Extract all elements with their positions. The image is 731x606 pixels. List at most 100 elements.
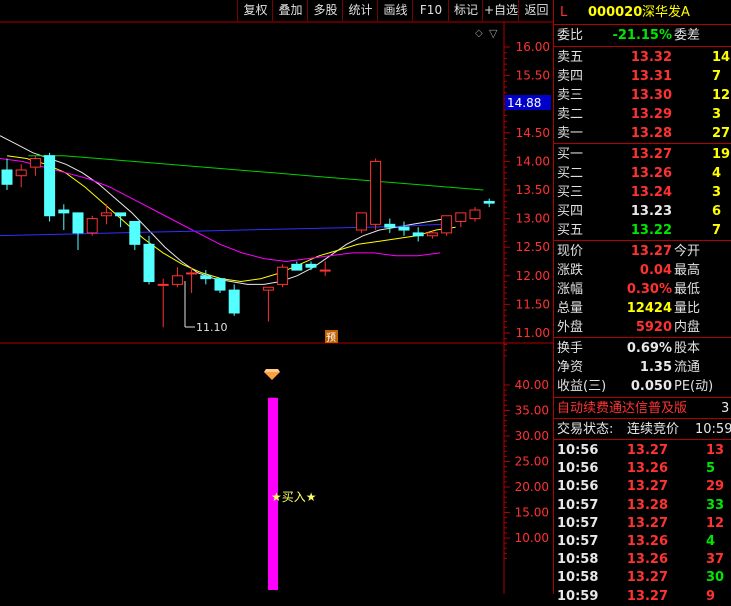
price-tick-label: 15.50 <box>516 69 550 83</box>
low-price-label: 11.10 <box>196 321 228 334</box>
pre-badge-label: 预 <box>326 332 336 344</box>
price-tick-label: 12.00 <box>516 269 550 283</box>
indicator-tick-label: 20.00 <box>515 480 549 494</box>
tick-row: 10:56 13.27 13 <box>557 443 725 458</box>
tick-row: 10:56 13.26 5 <box>557 461 716 477</box>
bid-row: 买四 13.23 6 <box>557 204 722 219</box>
dropdown-icon: ▽ <box>489 27 498 40</box>
fundamental-row: 净资 1.35 流通 <box>557 360 701 375</box>
trade-status-row: 交易状态: 连续竞价 10:59 <box>557 422 731 437</box>
candle-up <box>455 212 467 222</box>
panel-separator <box>554 24 731 25</box>
indicator-tick-label: 15.00 <box>515 506 549 520</box>
diamond-signal-top <box>264 369 280 372</box>
price-tick-label: 12.50 <box>516 240 550 254</box>
candle-up <box>157 283 169 286</box>
stock-header: L 000020 深华发A <box>554 3 731 22</box>
candle-up <box>277 266 289 285</box>
panel-separator <box>554 337 731 338</box>
price-tick-label: 11.00 <box>516 326 550 340</box>
candle-up <box>100 212 112 217</box>
ask-row: 卖三 13.30 12 <box>557 88 731 103</box>
candle-up <box>186 272 198 275</box>
tick-row: 10:57 13.26 4 <box>557 534 716 549</box>
candle-down <box>1 169 13 185</box>
current-price-label: 14.88 <box>507 96 541 110</box>
indicator-tick-label: 30.00 <box>515 429 549 443</box>
panel-separator <box>554 46 731 47</box>
candle-down <box>398 226 410 231</box>
promo-link[interactable]: 自动续费通达信普及版 3 <box>554 399 731 418</box>
candle-down <box>72 212 84 234</box>
bid-row: 买一 13.27 19 <box>557 147 731 162</box>
diamond-signal-icon <box>264 372 280 380</box>
candle-up <box>171 275 183 285</box>
candle-up <box>86 218 98 234</box>
indicator-tick-label: 35.00 <box>515 404 549 418</box>
fundamental-row: 收益(三) 0.050 PE(动) <box>557 379 714 394</box>
candle-up <box>29 158 41 168</box>
candle-up <box>469 209 481 220</box>
ask-row: 卖五 13.32 14 <box>557 50 731 65</box>
candle-down <box>129 220 141 245</box>
stat-row: 涨幅 0.30% 最低 <box>557 282 701 297</box>
tick-row: 10:56 13.27 29 <box>557 479 725 495</box>
stock-name: 深华发A <box>642 5 690 20</box>
candle-up <box>262 286 274 291</box>
ask-row: 卖一 13.28 27 <box>557 126 731 141</box>
tick-row: 10:57 13.28 33 <box>557 497 725 513</box>
candle-up <box>319 269 331 272</box>
weibi-row: 委比 -21.15% 委差 <box>557 28 701 43</box>
panel-separator <box>554 143 731 144</box>
price-tick-label: 13.50 <box>516 183 550 197</box>
buy-signal-label: ★买入★ <box>271 490 317 504</box>
candle-down <box>483 200 495 204</box>
kline-chart[interactable]: ◇ ▽ 16.00 15.50 15.00 14.50 14.00 13.50 13.00 12.… <box>0 0 553 594</box>
market-flag: L <box>560 5 568 20</box>
candle-down <box>200 275 212 280</box>
candle-down <box>384 223 396 228</box>
stat-row: 外盘 5920 内盘 <box>557 320 701 335</box>
candle-up <box>15 169 27 177</box>
panel-separator <box>554 418 731 419</box>
panel-separator <box>554 397 731 398</box>
stock-code: 000020 <box>588 5 643 20</box>
stat-row: 总量 12424 量比 <box>557 301 701 316</box>
price-tick-label: 11.50 <box>516 297 550 311</box>
bid-row: 买三 13.24 3 <box>557 185 722 200</box>
tick-row: 10:59 13.27 9 <box>557 588 716 604</box>
ask-row: 卖四 13.31 7 <box>557 69 722 84</box>
moving-average-line-4 <box>0 223 443 237</box>
stat-row: 涨跌 0.04 最高 <box>557 263 701 278</box>
moving-average-line-3 <box>28 155 484 191</box>
price-tick-label: 16.00 <box>516 40 550 54</box>
candle-down <box>228 289 240 314</box>
panel-separator <box>554 240 731 241</box>
diamond-icon: ◇ <box>475 28 483 39</box>
price-tick-label: 14.50 <box>516 126 550 140</box>
candle-up <box>441 215 453 234</box>
candle-up <box>426 232 438 237</box>
indicator-tick-label: 10.00 <box>515 531 549 545</box>
indicator-tick-label: 40.00 <box>515 378 549 392</box>
bid-row: 买二 13.26 4 <box>557 166 722 181</box>
candle-down <box>44 155 56 217</box>
indicator-tick-label: 25.00 <box>515 455 549 469</box>
candle-down <box>214 278 226 291</box>
candle-down <box>143 243 155 283</box>
price-tick-label: 14.00 <box>516 154 550 168</box>
candle-down <box>291 263 303 271</box>
price-tick-label: 13.00 <box>516 212 550 226</box>
tick-row: 10:58 13.26 37 <box>557 552 725 568</box>
candle-up <box>370 160 382 225</box>
candle-down <box>305 263 317 268</box>
tick-row: 10:57 13.27 12 <box>557 515 725 531</box>
fundamental-row: 换手 0.69% 股本 <box>557 341 701 356</box>
candle-up <box>355 212 367 231</box>
panel-separator <box>554 439 731 440</box>
candle-down <box>58 209 70 214</box>
tick-row: 10:58 13.27 30 <box>557 570 725 586</box>
quote-panel: L 000020 深华发A 委比 -21.15% 委差卖五 13.32 14 卖四 13.31… <box>553 0 731 604</box>
candle-down <box>412 232 424 237</box>
candle-down <box>115 212 127 217</box>
